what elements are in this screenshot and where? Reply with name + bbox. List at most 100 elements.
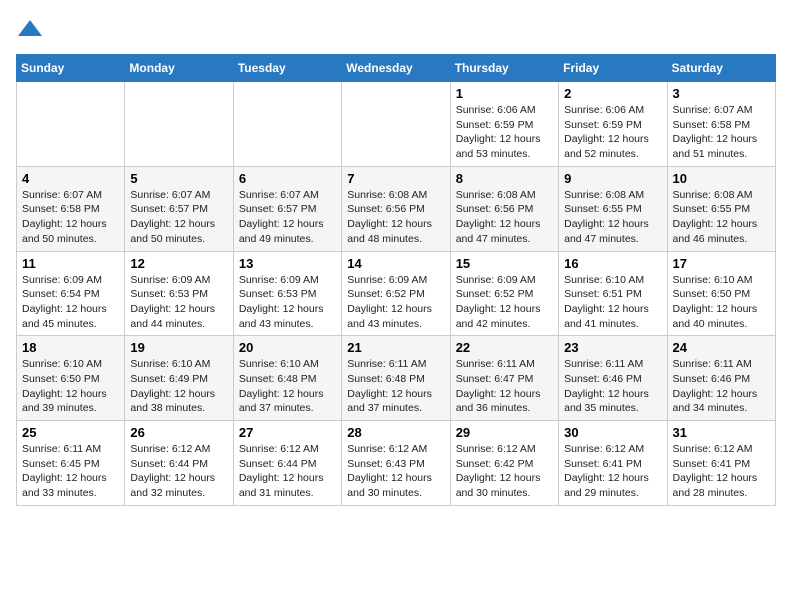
calendar-cell: 6Sunrise: 6:07 AM Sunset: 6:57 PM Daylig…	[233, 166, 341, 251]
cell-content: Sunrise: 6:08 AM Sunset: 6:56 PM Dayligh…	[347, 188, 444, 247]
day-number: 24	[673, 340, 770, 355]
day-number: 19	[130, 340, 227, 355]
cell-content: Sunrise: 6:11 AM Sunset: 6:46 PM Dayligh…	[564, 357, 661, 416]
cell-content: Sunrise: 6:12 AM Sunset: 6:43 PM Dayligh…	[347, 442, 444, 501]
cell-content: Sunrise: 6:09 AM Sunset: 6:53 PM Dayligh…	[239, 273, 336, 332]
day-number: 15	[456, 256, 553, 271]
cell-content: Sunrise: 6:10 AM Sunset: 6:51 PM Dayligh…	[564, 273, 661, 332]
page-header	[16, 16, 776, 44]
cell-content: Sunrise: 6:10 AM Sunset: 6:50 PM Dayligh…	[673, 273, 770, 332]
logo	[16, 16, 48, 44]
calendar-cell: 26 Sunrise: 6:12 AM Sunset: 6:44 PM Dayli…	[125, 421, 233, 506]
calendar-body: 1 Sunrise: 6:06 AM Sunset: 6:59 PM Daylig…	[17, 82, 776, 506]
day-number: 23	[564, 340, 661, 355]
day-number: 7	[347, 171, 444, 186]
cell-content: Sunrise: 6:10 AM Sunset: 6:50 PM Dayligh…	[22, 357, 119, 416]
calendar-cell: 9Sunrise: 6:08 AM Sunset: 6:55 PM Daylig…	[559, 166, 667, 251]
cell-content: Sunrise: 6:11 AM Sunset: 6:47 PM Dayligh…	[456, 357, 553, 416]
calendar-cell: 14Sunrise: 6:09 AM Sunset: 6:52 PM Dayli…	[342, 251, 450, 336]
cell-content: Sunrise: 6:12 AM Sunset: 6:44 PM Dayligh…	[239, 442, 336, 501]
calendar-cell: 8 Sunrise: 6:08 AM Sunset: 6:56 PM Daylig…	[450, 166, 558, 251]
day-number: 30	[564, 425, 661, 440]
calendar-row: 25Sunrise: 6:11 AM Sunset: 6:45 PM Dayli…	[17, 421, 776, 506]
calendar-cell: 3 Sunrise: 6:07 AM Sunset: 6:58 PM Daylig…	[667, 82, 775, 167]
cell-content: Sunrise: 6:11 AM Sunset: 6:46 PM Dayligh…	[673, 357, 770, 416]
calendar-cell: 18 Sunrise: 6:10 AM Sunset: 6:50 PM Dayli…	[17, 336, 125, 421]
day-number: 8	[456, 171, 553, 186]
day-number: 5	[130, 171, 227, 186]
calendar-cell	[125, 82, 233, 167]
weekday-header: Wednesday	[342, 55, 450, 82]
day-number: 21	[347, 340, 444, 355]
calendar-cell: 31Sunrise: 6:12 AM Sunset: 6:41 PM Dayli…	[667, 421, 775, 506]
day-number: 31	[673, 425, 770, 440]
calendar-cell	[342, 82, 450, 167]
day-number: 26	[130, 425, 227, 440]
cell-content: Sunrise: 6:09 AM Sunset: 6:52 PM Dayligh…	[347, 273, 444, 332]
day-number: 27	[239, 425, 336, 440]
cell-content: Sunrise: 6:06 AM Sunset: 6:59 PM Dayligh…	[564, 103, 661, 162]
cell-content: Sunrise: 6:10 AM Sunset: 6:49 PM Dayligh…	[130, 357, 227, 416]
day-number: 4	[22, 171, 119, 186]
calendar-cell: 16 Sunrise: 6:10 AM Sunset: 6:51 PM Dayli…	[559, 251, 667, 336]
cell-content: Sunrise: 6:12 AM Sunset: 6:41 PM Dayligh…	[564, 442, 661, 501]
day-number: 2	[564, 86, 661, 101]
cell-content: Sunrise: 6:09 AM Sunset: 6:54 PM Dayligh…	[22, 273, 119, 332]
calendar-cell: 13 Sunrise: 6:09 AM Sunset: 6:53 PM Dayli…	[233, 251, 341, 336]
cell-content: Sunrise: 6:09 AM Sunset: 6:52 PM Dayligh…	[456, 273, 553, 332]
day-number: 9	[564, 171, 661, 186]
day-number: 13	[239, 256, 336, 271]
calendar-cell: 12 Sunrise: 6:09 AM Sunset: 6:53 PM Dayli…	[125, 251, 233, 336]
calendar-row: 4 Sunrise: 6:07 AM Sunset: 6:58 PM Daylig…	[17, 166, 776, 251]
cell-content: Sunrise: 6:09 AM Sunset: 6:53 PM Dayligh…	[130, 273, 227, 332]
calendar-cell: 4 Sunrise: 6:07 AM Sunset: 6:58 PM Daylig…	[17, 166, 125, 251]
day-number: 10	[673, 171, 770, 186]
cell-content: Sunrise: 6:07 AM Sunset: 6:58 PM Dayligh…	[673, 103, 770, 162]
header-row: SundayMondayTuesdayWednesdayThursdayFrid…	[17, 55, 776, 82]
calendar-cell: 5 Sunrise: 6:07 AM Sunset: 6:57 PM Daylig…	[125, 166, 233, 251]
calendar-cell: 1 Sunrise: 6:06 AM Sunset: 6:59 PM Daylig…	[450, 82, 558, 167]
cell-content: Sunrise: 6:07 AM Sunset: 6:57 PM Dayligh…	[130, 188, 227, 247]
day-number: 3	[673, 86, 770, 101]
calendar-cell	[233, 82, 341, 167]
cell-content: Sunrise: 6:06 AM Sunset: 6:59 PM Dayligh…	[456, 103, 553, 162]
day-number: 16	[564, 256, 661, 271]
calendar-cell: 17 Sunrise: 6:10 AM Sunset: 6:50 PM Dayli…	[667, 251, 775, 336]
calendar-cell: 28 Sunrise: 6:12 AM Sunset: 6:43 PM Dayli…	[342, 421, 450, 506]
cell-content: Sunrise: 6:08 AM Sunset: 6:56 PM Dayligh…	[456, 188, 553, 247]
calendar-row: 11 Sunrise: 6:09 AM Sunset: 6:54 PM Dayli…	[17, 251, 776, 336]
day-number: 25	[22, 425, 119, 440]
calendar-cell: 30 Sunrise: 6:12 AM Sunset: 6:41 PM Dayli…	[559, 421, 667, 506]
calendar-row: 18 Sunrise: 6:10 AM Sunset: 6:50 PM Dayli…	[17, 336, 776, 421]
calendar-cell: 27 Sunrise: 6:12 AM Sunset: 6:44 PM Dayli…	[233, 421, 341, 506]
cell-content: Sunrise: 6:08 AM Sunset: 6:55 PM Dayligh…	[673, 188, 770, 247]
weekday-header: Friday	[559, 55, 667, 82]
day-number: 1	[456, 86, 553, 101]
calendar-cell: 10 Sunrise: 6:08 AM Sunset: 6:55 PM Dayli…	[667, 166, 775, 251]
calendar-cell: 11 Sunrise: 6:09 AM Sunset: 6:54 PM Dayli…	[17, 251, 125, 336]
cell-content: Sunrise: 6:07 AM Sunset: 6:58 PM Dayligh…	[22, 188, 119, 247]
calendar-cell: 15 Sunrise: 6:09 AM Sunset: 6:52 PM Dayli…	[450, 251, 558, 336]
cell-content: Sunrise: 6:12 AM Sunset: 6:44 PM Dayligh…	[130, 442, 227, 501]
calendar-cell: 21 Sunrise: 6:11 AM Sunset: 6:48 PM Dayli…	[342, 336, 450, 421]
cell-content: Sunrise: 6:12 AM Sunset: 6:42 PM Dayligh…	[456, 442, 553, 501]
calendar-row: 1 Sunrise: 6:06 AM Sunset: 6:59 PM Daylig…	[17, 82, 776, 167]
calendar-cell: 20Sunrise: 6:10 AM Sunset: 6:48 PM Dayli…	[233, 336, 341, 421]
day-number: 29	[456, 425, 553, 440]
day-number: 12	[130, 256, 227, 271]
day-number: 6	[239, 171, 336, 186]
calendar-cell: 2 Sunrise: 6:06 AM Sunset: 6:59 PM Daylig…	[559, 82, 667, 167]
weekday-header: Thursday	[450, 55, 558, 82]
day-number: 17	[673, 256, 770, 271]
weekday-header: Saturday	[667, 55, 775, 82]
weekday-header: Tuesday	[233, 55, 341, 82]
day-number: 28	[347, 425, 444, 440]
day-number: 11	[22, 256, 119, 271]
day-number: 18	[22, 340, 119, 355]
calendar-cell: 24 Sunrise: 6:11 AM Sunset: 6:46 PM Dayli…	[667, 336, 775, 421]
calendar-cell: 25Sunrise: 6:11 AM Sunset: 6:45 PM Dayli…	[17, 421, 125, 506]
cell-content: Sunrise: 6:11 AM Sunset: 6:48 PM Dayligh…	[347, 357, 444, 416]
cell-content: Sunrise: 6:10 AM Sunset: 6:48 PM Dayligh…	[239, 357, 336, 416]
calendar-cell: 22 Sunrise: 6:11 AM Sunset: 6:47 PM Dayli…	[450, 336, 558, 421]
day-number: 22	[456, 340, 553, 355]
